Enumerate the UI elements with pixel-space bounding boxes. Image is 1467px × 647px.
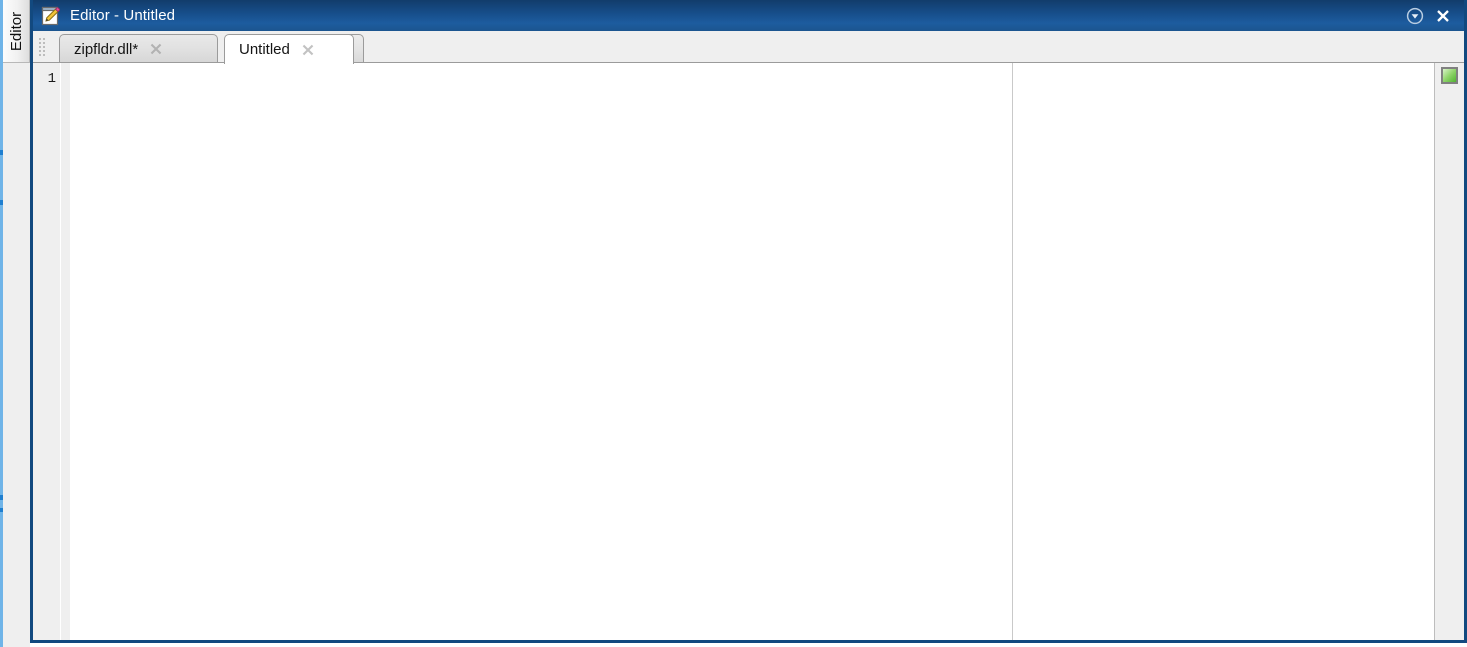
tab-label: zipfldr.dll* [74,40,139,58]
line-number-gutter: 1 [33,63,70,640]
drag-grip-handle[interactable] [39,38,47,58]
title-bar[interactable]: Editor - Untitled [33,0,1464,31]
code-text-area[interactable] [70,63,1434,640]
close-button[interactable] [1430,3,1456,29]
tab-zipfldr-dll[interactable]: zipfldr.dll* [59,34,218,63]
tab-label: Untitled [239,41,290,58]
dock-left-filler [3,63,30,647]
editor-dock-label-tab[interactable]: Editor [3,0,30,63]
close-x-icon[interactable] [300,42,316,58]
line-number: 1 [47,71,56,87]
window-title: Editor - Untitled [70,7,176,24]
editor-tab-strip: zipfldr.dll* Untitled [33,31,1464,64]
tab-untitled[interactable]: Untitled [224,34,354,64]
close-x-icon[interactable] [148,41,164,57]
column-limit-rule [1012,63,1013,640]
analyzer-status-square[interactable] [1441,67,1458,84]
editor-application-window: Editor Editor - Untitled zipfldr.dll* Un… [0,0,1467,647]
editor-pencil-icon [41,6,61,26]
editor-dock-label-text: Editor [8,11,25,52]
editor-document-area: 1 [33,63,1464,640]
editor-window-frame: Editor - Untitled zipfldr.dll* Untitled … [30,0,1467,643]
code-analyzer-scrollbar-strip[interactable] [1434,63,1464,640]
dock-menu-button[interactable] [1402,3,1428,29]
gutter-separator [60,63,61,640]
